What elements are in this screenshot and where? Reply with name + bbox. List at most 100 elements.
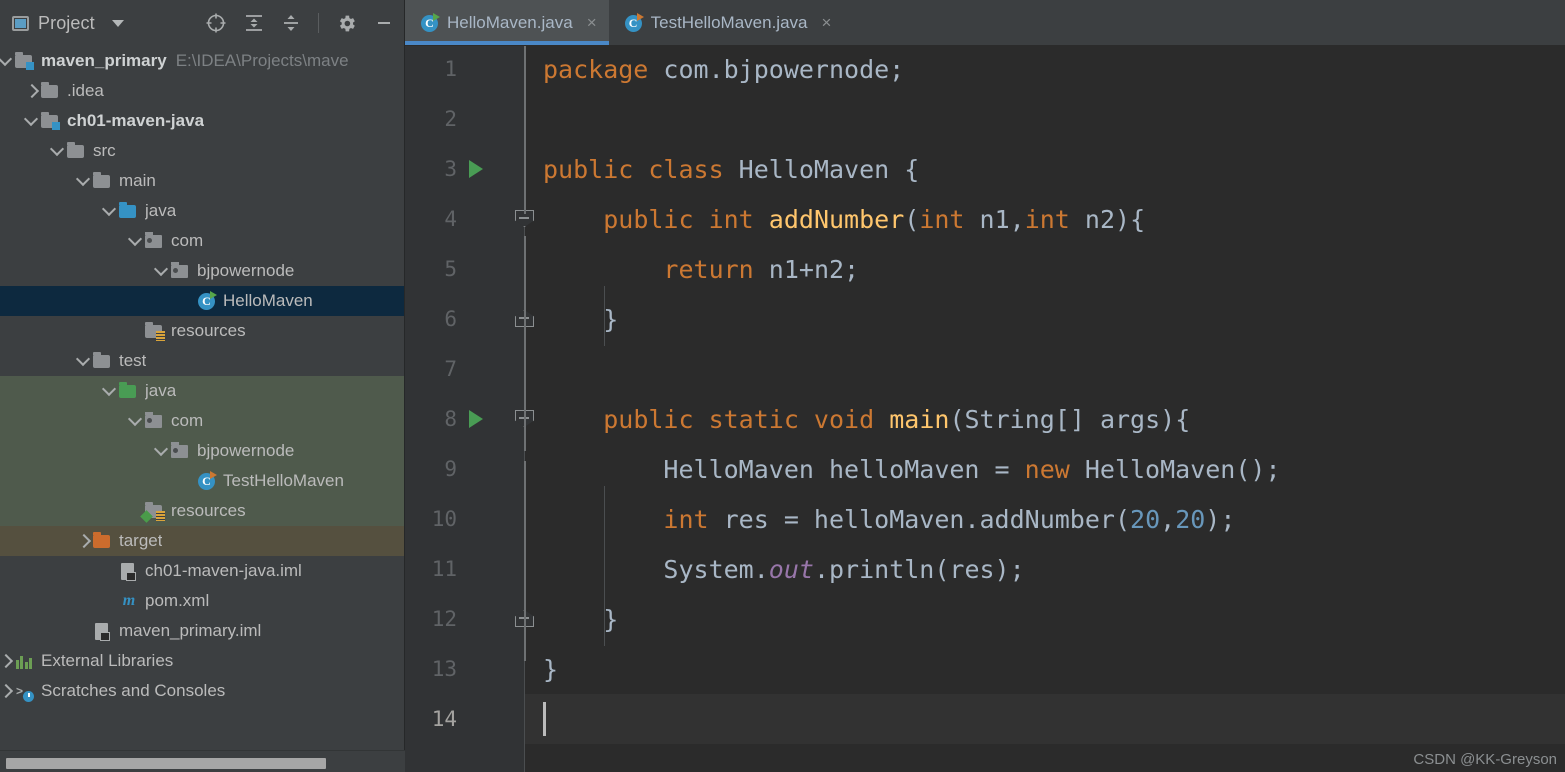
tree-toggle-down-icon[interactable] [102,203,118,219]
chevron-down-icon[interactable] [111,19,124,27]
tree-toggle-right-icon[interactable] [24,83,40,99]
tree-item-target[interactable]: target [0,526,404,556]
code-line-8[interactable]: public static void main (String[] args){ [525,394,1565,444]
tree-item-maven-primary[interactable]: maven_primary E:\IDEA\Projects\mave [0,46,404,76]
tree-item-testhellomaven[interactable]: C TestHelloMaven [0,466,404,496]
gutter-line-1[interactable]: 1 [405,44,525,94]
tree-toggle-down-icon[interactable] [102,383,118,399]
tree-toggle-down-icon[interactable] [50,143,66,159]
java-class-runnable-icon: C [419,12,440,33]
tree-toggle-right-icon[interactable] [0,683,14,699]
tree-item-resources[interactable]: resources [0,316,404,346]
fold-marker-bottom[interactable] [405,594,534,644]
scratches-icon: >_ [14,681,34,702]
tree-item-scratches-and-consoles[interactable]: >_ Scratches and Consoles [0,676,404,706]
tree-item-hellomaven[interactable]: C HelloMaven [0,286,404,316]
code-token: , [1160,504,1176,534]
collapse-all-icon[interactable] [281,13,301,33]
gutter-line-7[interactable]: 7 [405,344,525,394]
tree-item-test[interactable]: test [0,346,404,376]
editor-tab-label: TestHelloMaven.java [650,12,808,32]
tree-item-maven-primary-iml[interactable]: maven_primary.iml [0,616,404,646]
tree-toggle-down-icon[interactable] [154,443,170,459]
gutter-line-2[interactable]: 2 [405,94,525,144]
code-token: return [663,254,754,284]
tree-item-bjpowernode[interactable]: bjpowernode [0,256,404,286]
tree-item-ch01-maven-java-iml[interactable]: ch01-maven-java.iml [0,556,404,586]
tree-toggle-down-icon[interactable] [154,263,170,279]
code-line-1[interactable]: package com.bjpowernode; [525,44,1565,94]
gutter-line-14[interactable]: 14 [405,694,525,744]
tree-item-idea[interactable]: .idea [0,76,404,106]
external-libraries-icon [14,651,34,671]
settings-gear-icon[interactable] [336,13,357,34]
tree-item-label: Scratches and Consoles [41,681,226,700]
expand-all-icon[interactable] [244,13,264,33]
code-line-11[interactable]: System. out .println(res); [525,544,1565,594]
tree-item-label: ch01-maven-java [67,111,205,130]
editor-gutter[interactable]: 1 2 3 4 5 6 7 8 9 10 11 12 13 14 [405,44,534,772]
tree-item-com[interactable]: com [0,406,404,436]
tree-item-com[interactable]: com [0,226,404,256]
tree-toggle-right-icon[interactable] [0,653,14,669]
gutter-line-9[interactable]: 9 [405,444,525,494]
code-line-2[interactable] [525,94,1565,144]
code-line-4[interactable]: public int addNumber(int n1, int n2){ [525,194,1565,244]
code-line-12[interactable]: } [525,594,1565,644]
code-token: n2){ [1069,204,1146,234]
sidebar-horizontal-scrollbar[interactable] [0,750,405,772]
tree-item-pom-xml[interactable]: m pom.xml [0,586,404,616]
run-arrow-icon[interactable] [469,160,483,178]
fold-marker-top[interactable] [405,394,534,444]
code-line-6[interactable]: } [525,294,1565,344]
editor-tab-hellomaven-java[interactable]: C HelloMaven.java × [405,0,609,45]
fold-marker-bottom[interactable] [405,294,534,344]
code-line-10[interactable]: int res = helloMaven.addNumber(20, 20); [525,494,1565,544]
gutter-line-10[interactable]: 10 [405,494,525,544]
project-tree[interactable]: maven_primary E:\IDEA\Projects\mave .idea c… [0,46,404,750]
close-icon[interactable]: × [821,14,831,31]
gutter-line-5[interactable]: 5 [405,244,525,294]
code-editor[interactable]: 1 2 3 4 5 6 7 8 9 10 11 12 13 14 package com.bjpowern… [405,46,1565,772]
code-token: HelloMaven helloMaven = [543,454,1025,484]
tree-toggle-down-icon[interactable] [128,413,144,429]
tree-item-java[interactable]: java [0,376,404,406]
tree-item-bjpowernode[interactable]: bjpowernode [0,436,404,466]
locate-icon[interactable] [205,12,227,34]
fold-marker-top[interactable] [405,194,534,244]
tree-toggle-down-icon[interactable] [76,353,92,369]
code-line-5[interactable]: return n1+n2; [525,244,1565,294]
code-line-13[interactable]: } [525,644,1565,694]
editor-tab-testhellomaven-java[interactable]: C TestHelloMaven.java × [609,0,844,45]
tree-item-ch01-maven-java[interactable]: ch01-maven-java [0,106,404,136]
tree-item-main[interactable]: main [0,166,404,196]
package-icon [170,261,190,281]
code-token: 20 [1130,504,1161,534]
code-token: public int [603,204,754,234]
tree-toggle-right-icon[interactable] [76,533,92,549]
gutter-line-13[interactable]: 13 [405,644,525,694]
tree-toggle-down-icon[interactable] [0,53,14,69]
code-line-9[interactable]: HelloMaven helloMaven = new HelloMaven()… [525,444,1565,494]
tree-item-external-libraries[interactable]: External Libraries [0,646,404,676]
code-token: .println(res); [813,554,1025,584]
gutter-line-3[interactable]: 3 [405,144,525,194]
minimize-icon[interactable] [374,13,394,33]
tree-toggle-down-icon[interactable] [76,173,92,189]
tree-item-resources[interactable]: resources [0,496,404,526]
code-line-3[interactable]: public class HelloMaven { [525,144,1565,194]
close-icon[interactable]: × [587,14,597,31]
code-token: n1+n2; [753,254,860,284]
tree-toggle-down-icon[interactable] [24,113,40,129]
toolbar-divider [318,13,319,33]
code-line-7[interactable] [525,344,1565,394]
code-line-14[interactable] [525,694,1565,744]
project-title-group[interactable]: Project [12,13,124,34]
tree-toggle-down-icon[interactable] [128,233,144,249]
tree-item-src[interactable]: src [0,136,404,166]
scrollbar-thumb[interactable] [6,758,326,769]
gutter-line-11[interactable]: 11 [405,544,525,594]
tree-item-java[interactable]: java [0,196,404,226]
